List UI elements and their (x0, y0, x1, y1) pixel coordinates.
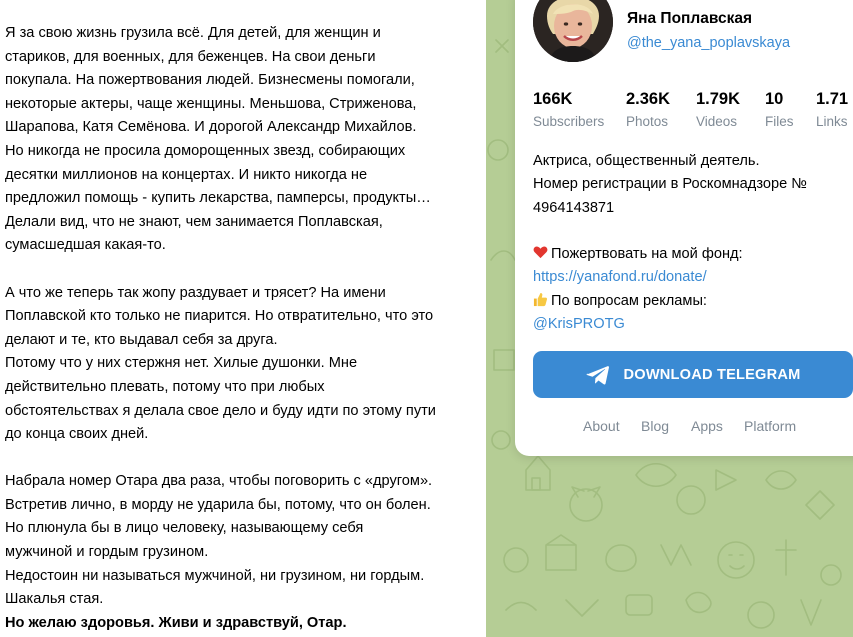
donate-link[interactable]: https://yanafond.ru/donate/ (533, 269, 707, 285)
channel-handle[interactable]: @the_yana_poplavskaya (627, 35, 790, 51)
ads-link[interactable]: @KrisPROTG (533, 316, 625, 332)
post-paragraph-1: Я за свою жизнь грузила всё. Для детей, … (5, 25, 431, 254)
telegram-plane-icon (586, 365, 609, 385)
post-paragraph-2: А что же теперь так жопу раздувает и тря… (5, 284, 436, 443)
channel-name: Яна Поплавская (627, 10, 753, 27)
stat-videos[interactable]: 1.79K Videos (696, 90, 740, 129)
post-body: Я за свою жизнь грузила всё. Для детей, … (0, 0, 486, 637)
description-line-3: 4964143871 (533, 199, 615, 216)
description-line-2: Номер регистрации в Роскомнадзоре № (533, 176, 807, 193)
footer-link-platform[interactable]: Platform (744, 418, 796, 434)
stat-subscribers: 166K Subscribers (533, 90, 604, 129)
stat-value: 2.36K (626, 90, 671, 108)
stat-value: 1.71 (816, 90, 849, 108)
stat-label: Subscribers (533, 114, 605, 129)
stat-label: Videos (696, 114, 738, 129)
stat-label: Links (816, 114, 848, 129)
donate-line: Пожертвовать на мой фонд: (533, 243, 843, 266)
ads-text: По вопросам рекламы: (551, 292, 707, 309)
stat-photos[interactable]: 2.36K Photos (626, 90, 670, 129)
stat-links[interactable]: 1.71 Links (816, 90, 848, 129)
thumbs-up-icon (533, 290, 551, 313)
footer-link-apps[interactable]: Apps (691, 418, 723, 434)
download-button-label: DOWNLOAD TELEGRAM (623, 366, 801, 383)
stat-value: 10 (765, 90, 784, 108)
donate-text: Пожертвовать на мой фонд: (551, 246, 743, 263)
post-paragraph-3: Набрала номер Отара два раза, чтобы пого… (5, 473, 433, 608)
stat-label: Files (765, 114, 794, 129)
stat-label: Photos (626, 114, 669, 129)
channel-description: Актриса, общественный деятель. Номер рег… (533, 150, 843, 336)
stat-value: 1.79K (696, 90, 741, 108)
ads-line: По вопросам рекламы: (533, 290, 843, 313)
download-telegram-button[interactable]: DOWNLOAD TELEGRAM (533, 351, 853, 398)
description-line-1: Актриса, общественный деятель. (533, 153, 760, 169)
post-paragraph-4: Но желаю здоровья. Живи и здравствуй, От… (5, 614, 347, 631)
stat-files[interactable]: 10 Files (765, 90, 794, 129)
footer-link-blog[interactable]: Blog (641, 418, 669, 434)
heart-icon (533, 243, 551, 266)
stat-value: 166K (533, 90, 573, 108)
footer-link-about[interactable]: About (583, 418, 620, 434)
